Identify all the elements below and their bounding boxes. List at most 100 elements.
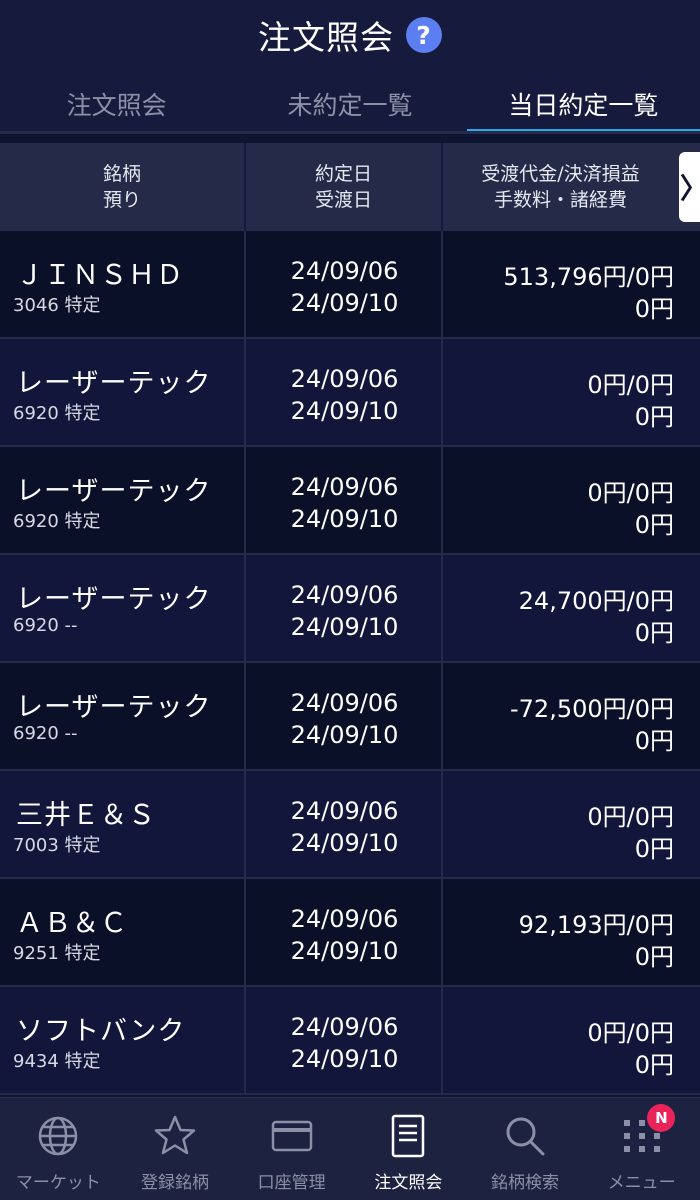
settle-date: 24/09/10 xyxy=(290,1045,399,1073)
fee-amount: 0円 xyxy=(634,1051,674,1079)
stock-cell: 三井Ｅ＆Ｓ 7003 特定 xyxy=(0,771,246,877)
table-row[interactable]: レーザーテック 6920 -- 24/09/06 24/09/10 -72,50… xyxy=(0,663,700,771)
table-row[interactable]: レーザーテック 6920 特定 24/09/06 24/09/10 0円/0円 … xyxy=(0,339,700,447)
settlement-amount: 0円/0円 xyxy=(587,803,674,831)
header-amount-label: 受渡代金/決済損益 xyxy=(481,163,640,185)
settle-date: 24/09/10 xyxy=(290,937,399,965)
nav-stock-search[interactable]: 銘柄検索 xyxy=(467,1098,584,1200)
header-trade-date-label: 約定日 xyxy=(314,163,372,185)
stock-cell: ＪＩＮＳＨＤ 3046 特定 xyxy=(0,231,246,337)
table-row[interactable]: ＡＢ＆Ｃ 9251 特定 24/09/06 24/09/10 92,193円/0… xyxy=(0,879,700,987)
nav-menu-label: メニュー xyxy=(607,1173,676,1193)
header-settle-date-label: 受渡日 xyxy=(314,189,372,211)
trade-date: 24/09/06 xyxy=(290,1013,399,1041)
tab-today-executions[interactable]: 当日約定一覧 xyxy=(466,74,700,134)
settlement-amount: 0円/0円 xyxy=(587,1019,674,1047)
scroll-right-icon[interactable]: 〉 xyxy=(679,152,700,222)
stock-cell: ソフトバンク 9434 特定 xyxy=(0,987,246,1093)
header-fee-label: 手数料・諸経費 xyxy=(493,189,627,211)
nav-order-inquiry-label: 注文照会 xyxy=(374,1173,443,1193)
amount-cell: 0円/0円 0円 xyxy=(443,447,678,553)
tab-divider xyxy=(0,131,700,134)
header-stock-label: 銘柄 xyxy=(102,163,141,185)
date-cell: 24/09/06 24/09/10 xyxy=(246,231,443,337)
header-col-amounts: 受渡代金/決済損益 手数料・諸経費 xyxy=(443,143,678,231)
stock-code-custody: 3046 特定 xyxy=(13,295,101,316)
fee-amount: 0円 xyxy=(634,295,674,323)
header-custody-label: 預り xyxy=(102,189,141,211)
stock-name: 三井Ｅ＆Ｓ xyxy=(16,800,156,831)
amount-cell: 24,700円/0円 0円 xyxy=(443,555,678,661)
trade-date: 24/09/06 xyxy=(290,581,399,609)
nav-menu[interactable]: メニュー N xyxy=(583,1098,700,1200)
nav-watchlist[interactable]: 登録銘柄 xyxy=(117,1098,234,1200)
trade-date: 24/09/06 xyxy=(290,365,399,393)
table-row[interactable]: レーザーテック 6920 -- 24/09/06 24/09/10 24,700… xyxy=(0,555,700,663)
star-icon xyxy=(153,1114,197,1158)
stock-name: ＡＢ＆Ｃ xyxy=(16,908,128,939)
nav-order-inquiry[interactable]: 注文照会 xyxy=(350,1098,467,1200)
fee-amount: 0円 xyxy=(634,943,674,971)
header-col-stock: 銘柄 預り xyxy=(0,143,246,231)
amount-cell: 0円/0円 0円 xyxy=(443,987,678,1093)
nav-stock-search-label: 銘柄検索 xyxy=(491,1173,560,1193)
stock-cell: レーザーテック 6920 特定 xyxy=(0,339,246,445)
nav-account-label: 口座管理 xyxy=(257,1173,326,1193)
help-icon[interactable]: ? xyxy=(406,17,442,53)
trade-date: 24/09/06 xyxy=(290,689,399,717)
stock-cell: レーザーテック 6920 特定 xyxy=(0,447,246,553)
globe-icon xyxy=(36,1114,80,1158)
date-cell: 24/09/06 24/09/10 xyxy=(246,447,443,553)
date-cell: 24/09/06 24/09/10 xyxy=(246,555,443,661)
stock-name: レーザーテック xyxy=(16,368,212,399)
executions-table: ＪＩＮＳＨＤ 3046 特定 24/09/06 24/09/10 513,796… xyxy=(0,231,700,1095)
date-cell: 24/09/06 24/09/10 xyxy=(246,879,443,985)
fee-amount: 0円 xyxy=(634,835,674,863)
document-icon xyxy=(386,1114,430,1158)
settlement-amount: 0円/0円 xyxy=(587,371,674,399)
settlement-amount: 24,700円/0円 xyxy=(518,587,674,615)
stock-cell: ＡＢ＆Ｃ 9251 特定 xyxy=(0,879,246,985)
bottom-nav: マーケット 登録銘柄 口座管理 注文照会 銘柄検索 メニュー N xyxy=(0,1097,700,1200)
settlement-amount: -72,500円/0円 xyxy=(510,695,674,723)
stock-name: レーザーテック xyxy=(16,692,212,723)
amount-cell: 0円/0円 0円 xyxy=(443,339,678,445)
trade-date: 24/09/06 xyxy=(290,905,399,933)
fee-amount: 0円 xyxy=(634,727,674,755)
date-cell: 24/09/06 24/09/10 xyxy=(246,987,443,1093)
nav-market-label: マーケット xyxy=(15,1173,101,1193)
page-title-wrap: 注文照会 ? xyxy=(0,0,700,70)
amount-cell: 513,796円/0円 0円 xyxy=(443,231,678,337)
tab-order-inquiry[interactable]: 注文照会 xyxy=(0,74,233,134)
header: 注文照会 ? xyxy=(0,0,700,74)
amount-cell: 92,193円/0円 0円 xyxy=(443,879,678,985)
fee-amount: 0円 xyxy=(634,619,674,647)
nav-account[interactable]: 口座管理 xyxy=(233,1098,350,1200)
stock-code-custody: 6920 特定 xyxy=(13,511,101,532)
tab-unexecuted-list[interactable]: 未約定一覧 xyxy=(233,74,466,134)
table-row[interactable]: レーザーテック 6920 特定 24/09/06 24/09/10 0円/0円 … xyxy=(0,447,700,555)
nav-market[interactable]: マーケット xyxy=(0,1098,117,1200)
settlement-amount: 0円/0円 xyxy=(587,479,674,507)
stock-code-custody: 7003 特定 xyxy=(13,835,101,856)
order-inquiry-screen: 注文照会 ? 注文照会 未約定一覧 当日約定一覧 銘柄 預り 約定日 受渡日 受… xyxy=(0,0,700,1200)
trade-date: 24/09/06 xyxy=(290,473,399,501)
table-row[interactable]: 三井Ｅ＆Ｓ 7003 特定 24/09/06 24/09/10 0円/0円 0円 xyxy=(0,771,700,879)
header-col-dates: 約定日 受渡日 xyxy=(246,143,443,231)
settle-date: 24/09/10 xyxy=(290,613,399,641)
amount-cell: -72,500円/0円 0円 xyxy=(443,663,678,769)
stock-code-custody: 6920 -- xyxy=(13,615,78,636)
stock-code-custody: 9434 特定 xyxy=(13,1051,101,1072)
stock-code-custody: 6920 特定 xyxy=(13,403,101,424)
table-row[interactable]: ＪＩＮＳＨＤ 3046 特定 24/09/06 24/09/10 513,796… xyxy=(0,231,700,339)
search-icon xyxy=(503,1114,547,1158)
card-icon xyxy=(270,1114,314,1158)
amount-cell: 0円/0円 0円 xyxy=(443,771,678,877)
settle-date: 24/09/10 xyxy=(290,505,399,533)
nav-watchlist-label: 登録銘柄 xyxy=(141,1173,209,1193)
trade-date: 24/09/06 xyxy=(290,257,399,285)
table-row[interactable]: ソフトバンク 9434 特定 24/09/06 24/09/10 0円/0円 0… xyxy=(0,987,700,1095)
settle-date: 24/09/10 xyxy=(290,829,399,857)
stock-cell: レーザーテック 6920 -- xyxy=(0,663,246,769)
fee-amount: 0円 xyxy=(634,403,674,431)
